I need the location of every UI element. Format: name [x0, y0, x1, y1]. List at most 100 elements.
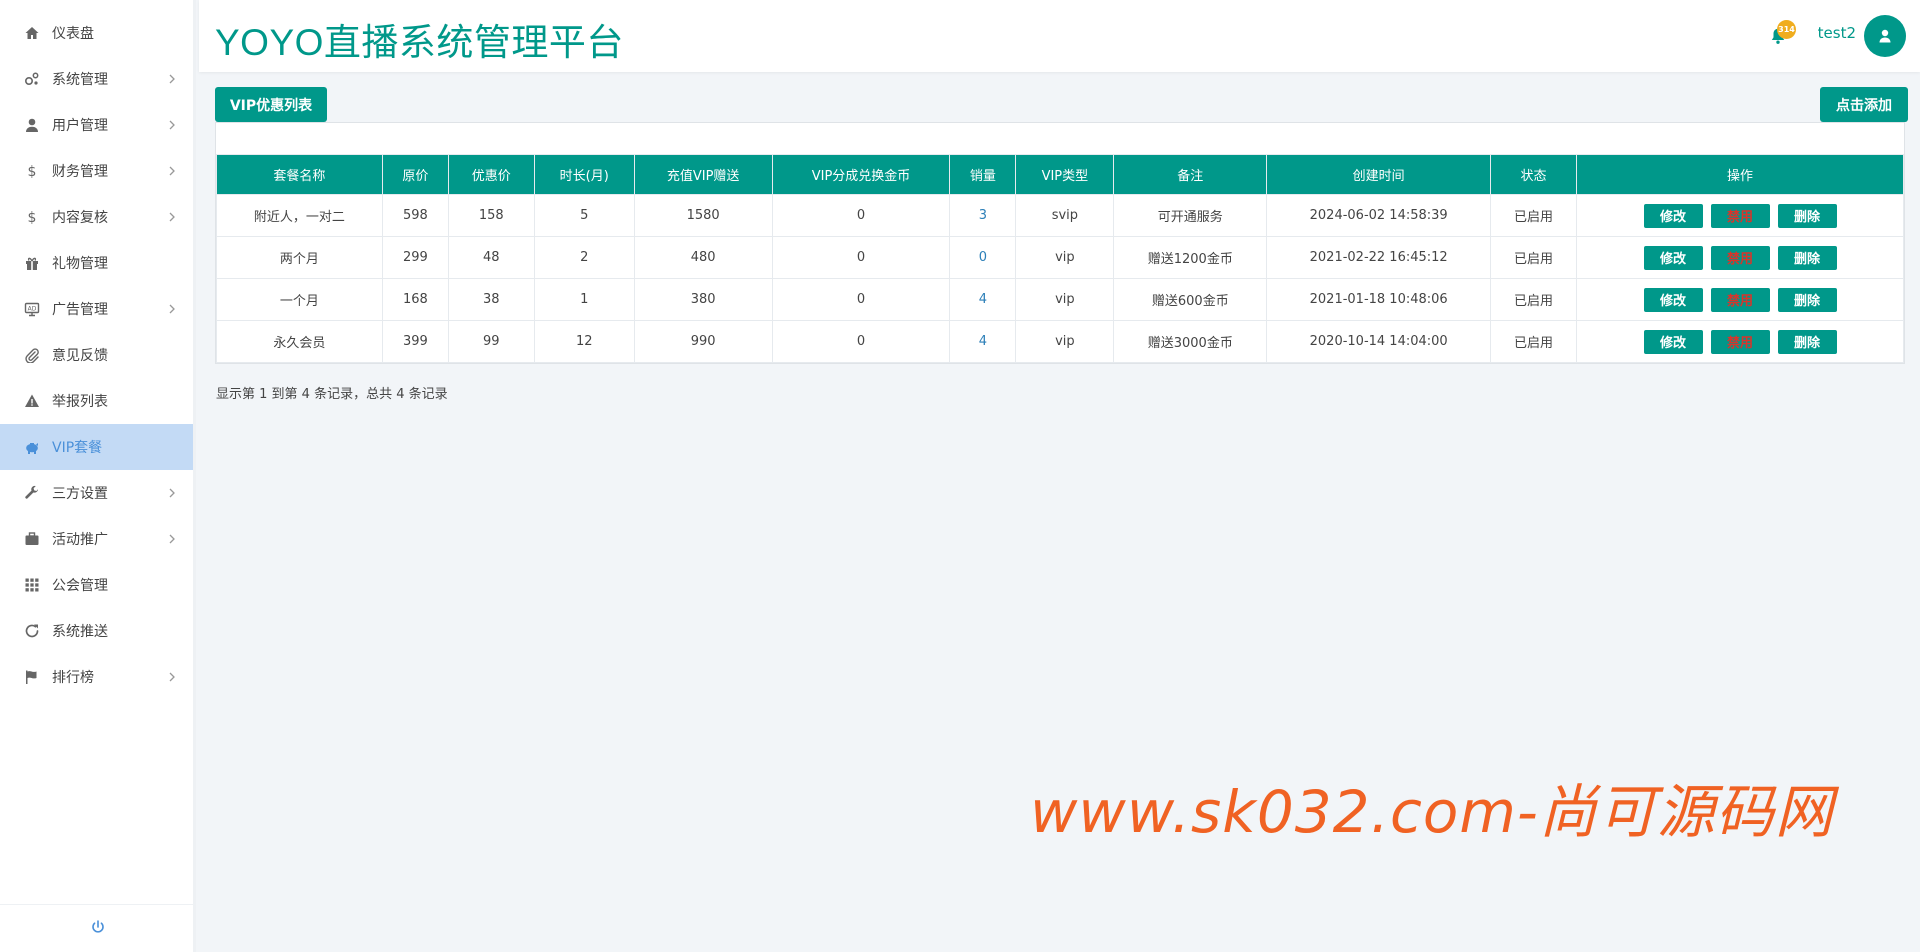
table-cell: 12	[533, 320, 635, 363]
table-cell: svip	[1015, 194, 1115, 237]
sidebar-item[interactable]: 仪表盘	[0, 10, 193, 56]
delete-button[interactable]: 删除	[1777, 203, 1837, 228]
avatar[interactable]	[1864, 15, 1906, 57]
table-cell[interactable]: 0	[949, 236, 1017, 279]
edit-button[interactable]: 修改	[1643, 329, 1703, 354]
table-cell: 2	[533, 236, 635, 279]
disable-button[interactable]: 禁用	[1710, 245, 1770, 270]
table-cell[interactable]: 3	[949, 194, 1017, 237]
edit-button[interactable]: 修改	[1643, 203, 1703, 228]
dollar-icon: $	[23, 162, 41, 180]
disable-button[interactable]: 禁用	[1710, 203, 1770, 228]
sidebar-item[interactable]: 系统管理	[0, 56, 193, 102]
flag-icon	[23, 668, 41, 686]
sidebar-item[interactable]: 用户管理	[0, 102, 193, 148]
table-cell: 380	[633, 278, 773, 321]
sidebar-item[interactable]: 礼物管理	[0, 240, 193, 286]
column-header: 销量	[949, 154, 1017, 195]
column-header: 备注	[1113, 154, 1268, 195]
sidebar-item-label: 系统推送	[52, 624, 108, 640]
disable-button[interactable]: 禁用	[1710, 287, 1770, 312]
sidebar-item[interactable]: $ 内容复核	[0, 194, 193, 240]
sidebar-item[interactable]: 意见反馈	[0, 332, 193, 378]
table-cell: 0	[771, 320, 951, 363]
table-cell[interactable]: 4	[949, 320, 1017, 363]
sidebar-item[interactable]: AD 广告管理	[0, 286, 193, 332]
table-cell: 赠送1200金币	[1113, 236, 1268, 279]
delete-button[interactable]: 删除	[1777, 329, 1837, 354]
table-cell: 0	[771, 278, 951, 321]
sidebar-item[interactable]: 举报列表	[0, 378, 193, 424]
vip-list-tab[interactable]: VIP优惠列表	[215, 87, 327, 122]
column-header: 操作	[1576, 154, 1904, 195]
disable-button[interactable]: 禁用	[1710, 329, 1770, 354]
table-cell: vip	[1015, 278, 1115, 321]
cogs-icon	[23, 70, 41, 88]
actions-cell: 修改 禁用 删除	[1576, 194, 1904, 237]
sidebar-item-label: 礼物管理	[52, 256, 108, 272]
column-header: VIP分成兑换金币	[771, 154, 951, 195]
sidebar-item[interactable]: VIP套餐	[0, 424, 193, 470]
delete-button[interactable]: 删除	[1777, 287, 1837, 312]
sidebar-item[interactable]: 公会管理	[0, 562, 193, 608]
warning-icon	[23, 392, 41, 410]
sidebar-item[interactable]: 活动推广	[0, 516, 193, 562]
table-row: 两个月 299 48 2 480 0 0 vip 赠送1200金币 2021-02-22 16:4…	[216, 236, 1904, 279]
sidebar-item[interactable]: 排行榜	[0, 654, 193, 700]
svg-text:AD: AD	[28, 306, 37, 313]
table-cell: 2024-06-02 14:58:39	[1266, 194, 1492, 237]
table-cell: 已启用	[1490, 320, 1578, 363]
table-row: 附近人，一对二 598 158 5 1580 0 3 svip 可开通服务 2024-06-02 …	[216, 194, 1904, 237]
column-header: VIP类型	[1015, 154, 1115, 195]
table-cell: 2020-10-14 14:04:00	[1266, 320, 1492, 363]
username[interactable]: test2	[1818, 24, 1856, 42]
table-cell: 0	[771, 236, 951, 279]
svg-text:$: $	[28, 164, 37, 179]
column-header: 套餐名称	[216, 154, 383, 195]
table-cell: 一个月	[216, 278, 383, 321]
table-cell: 299	[381, 236, 449, 279]
power-icon	[90, 919, 106, 939]
add-button[interactable]: 点击添加	[1820, 87, 1908, 122]
notification-badge: 314	[1777, 20, 1796, 39]
briefcase-icon	[23, 530, 41, 548]
chevron-right-icon	[165, 302, 179, 316]
table-cell: 38	[447, 278, 535, 321]
table-cell: 2021-02-22 16:45:12	[1266, 236, 1492, 279]
table-cell: 1580	[633, 194, 773, 237]
table-cell: 可开通服务	[1113, 194, 1268, 237]
table-cell[interactable]: 4	[949, 278, 1017, 321]
table-cell: 0	[771, 194, 951, 237]
logout-button[interactable]	[0, 904, 196, 952]
sidebar-item-label: 活动推广	[52, 532, 108, 548]
grid-icon	[23, 576, 41, 594]
actions-cell: 修改 禁用 删除	[1576, 236, 1904, 279]
edit-button[interactable]: 修改	[1643, 287, 1703, 312]
table-cell: 两个月	[216, 236, 383, 279]
table-cell: 附近人，一对二	[216, 194, 383, 237]
table-row: 永久会员 399 99 12 990 0 4 vip 赠送3000金币 2020-10-14 14…	[216, 320, 1904, 363]
paperclip-icon	[23, 346, 41, 364]
table-header-row: 套餐名称 原价 优惠价 时长(月) 充值VIP赠送 VIP分成兑换金币 销量 VIP类型 备注创…	[216, 154, 1904, 195]
table-cell: 已启用	[1490, 278, 1578, 321]
table-cell: 已启用	[1490, 236, 1578, 279]
sidebar: 仪表盘 系统管理 用户管理 $ 财务管理 $ 内容复核礼物管理 AD 广告管理 意见反馈 举报列表 V…	[0, 0, 196, 952]
chevron-right-icon	[165, 210, 179, 224]
sidebar-item[interactable]: 三方设置	[0, 470, 193, 516]
app-title: YOYO直播系统管理平台	[215, 22, 624, 63]
table-cell: 158	[447, 194, 535, 237]
column-header: 状态	[1490, 154, 1578, 195]
edit-button[interactable]: 修改	[1643, 245, 1703, 270]
dollar-icon: $	[23, 208, 41, 226]
table-cell: 1	[533, 278, 635, 321]
chevron-right-icon	[165, 670, 179, 684]
delete-button[interactable]: 删除	[1777, 245, 1837, 270]
chevron-right-icon	[165, 72, 179, 86]
table-cell: 已启用	[1490, 194, 1578, 237]
chevron-right-icon	[165, 164, 179, 178]
table-cell: 2021-01-18 10:48:06	[1266, 278, 1492, 321]
user-icon	[23, 116, 41, 134]
sidebar-item[interactable]: 系统推送	[0, 608, 193, 654]
table-cell: 168	[381, 278, 449, 321]
sidebar-item[interactable]: $ 财务管理	[0, 148, 193, 194]
